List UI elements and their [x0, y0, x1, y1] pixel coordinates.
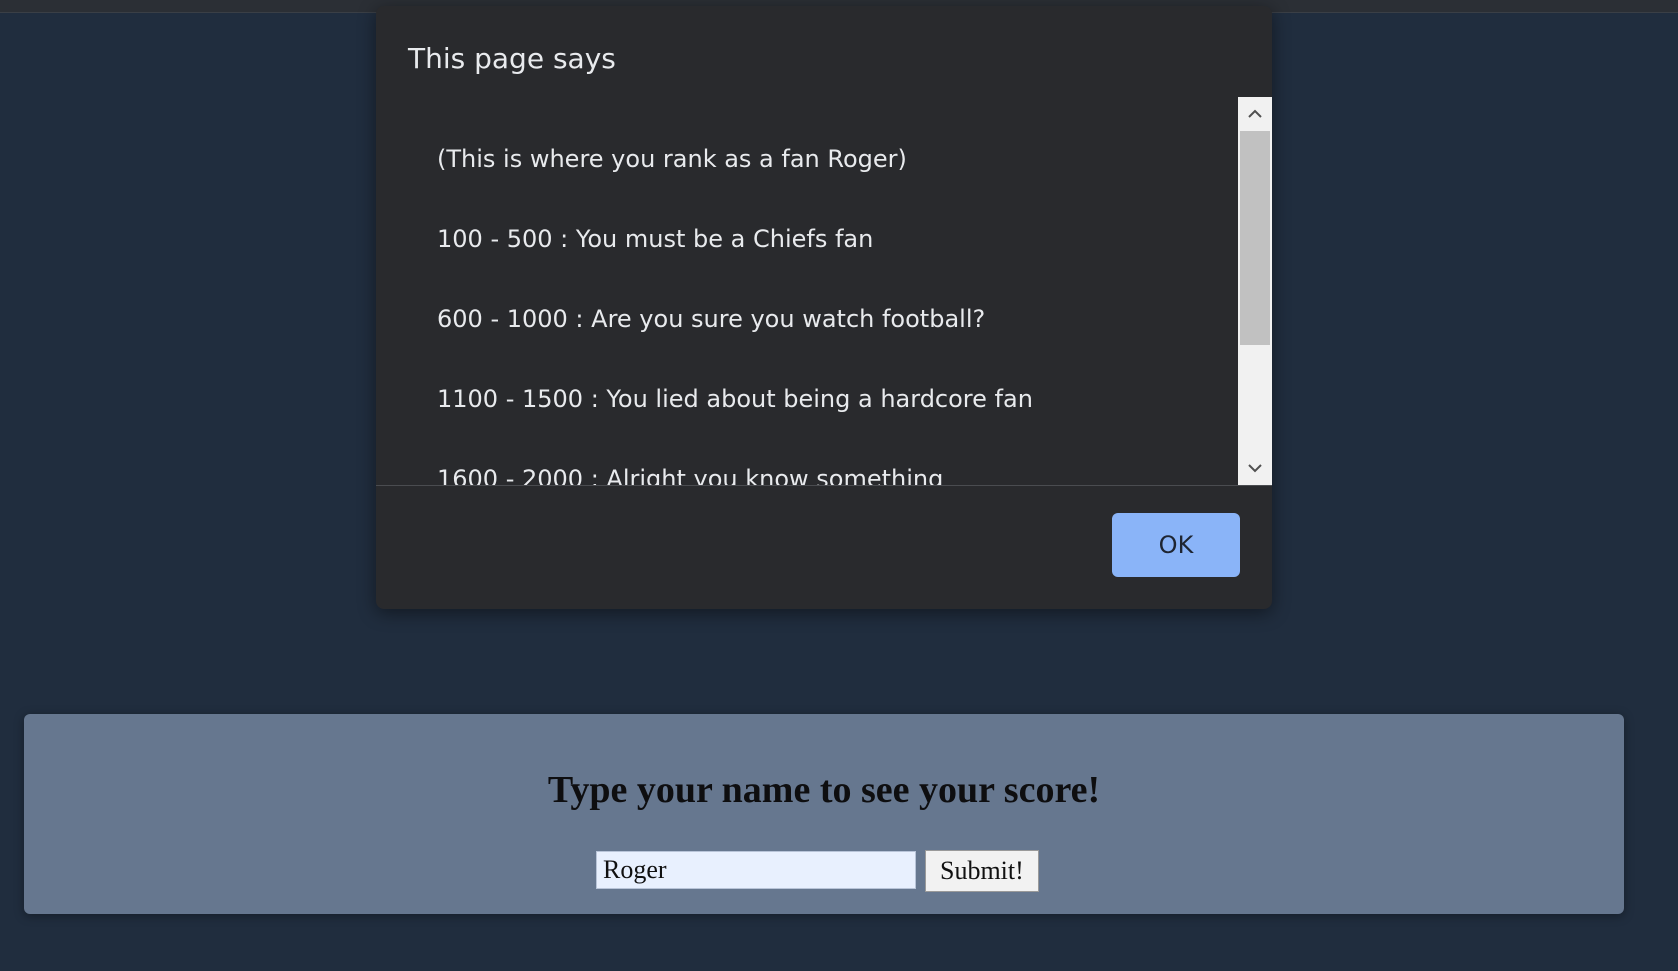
dialog-message: (This is where you rank as a fan Roger) … — [376, 97, 1238, 485]
score-heading: Type your name to see your score! — [547, 769, 1101, 811]
message-line: 1600 - 2000 : Alright you know something — [437, 465, 944, 485]
message-line: (This is where you rank as a fan Roger) — [437, 145, 907, 173]
submit-button[interactable]: Submit! — [925, 850, 1039, 892]
ok-button[interactable]: OK — [1112, 513, 1240, 577]
dialog-scrollbar[interactable] — [1238, 97, 1272, 485]
dialog-title: This page says — [408, 42, 616, 75]
message-line: 1100 - 1500 : You lied about being a har… — [437, 385, 1033, 413]
score-form: Submit! — [596, 850, 1039, 892]
chevron-up-icon[interactable] — [1238, 97, 1272, 131]
chevron-down-icon[interactable] — [1238, 451, 1272, 485]
dialog-divider — [376, 485, 1272, 486]
message-line: 600 - 1000 : Are you sure you watch foot… — [437, 305, 986, 333]
scrollbar-thumb[interactable] — [1240, 131, 1270, 345]
message-line: 100 - 500 : You must be a Chiefs fan — [437, 225, 874, 253]
alert-dialog: This page says (This is where you rank a… — [376, 6, 1272, 609]
name-input[interactable] — [596, 851, 916, 889]
